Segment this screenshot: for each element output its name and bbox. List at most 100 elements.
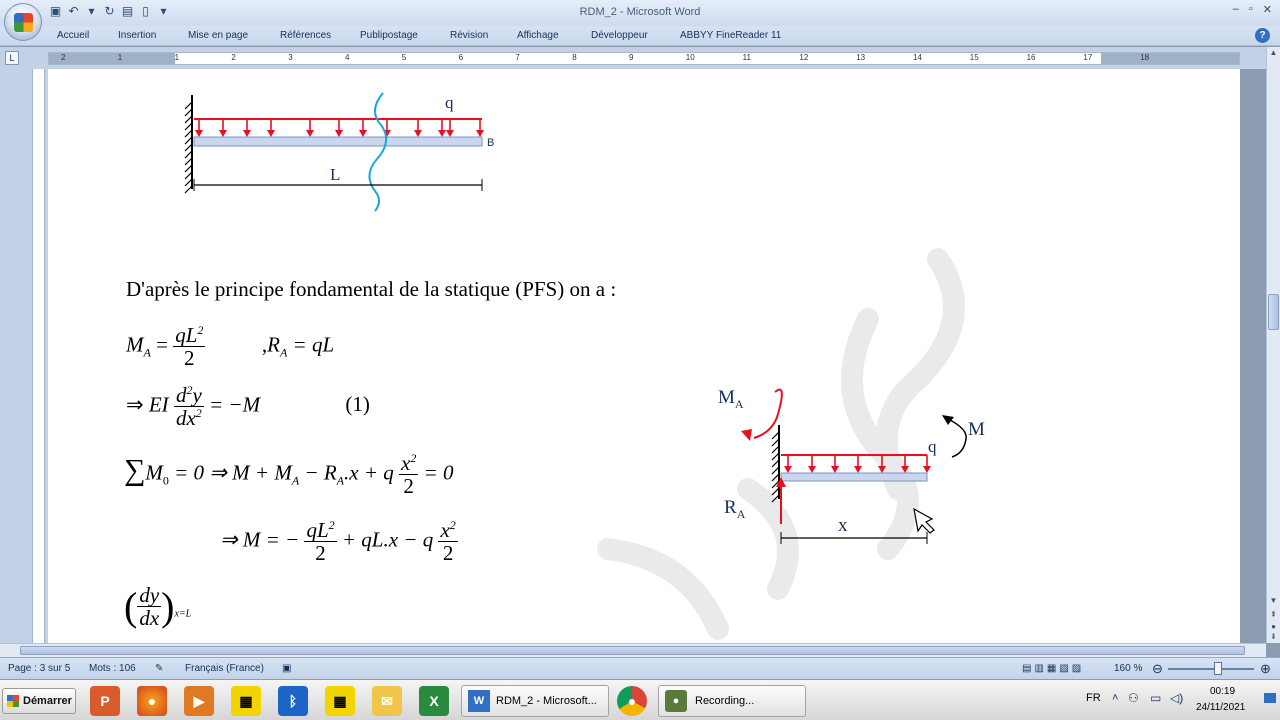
zoom-out-icon[interactable]: ⊖ — [1152, 661, 1163, 677]
ruler-number: 18 — [1140, 53, 1150, 62]
scroll-thumb[interactable] — [1268, 294, 1279, 330]
ruler-number: 5 — [401, 53, 407, 62]
maximize-icon[interactable]: ▫ — [1249, 3, 1253, 16]
vertical-ruler — [0, 69, 48, 643]
arrow-head — [359, 130, 367, 137]
zoom-slider[interactable] — [1168, 668, 1254, 670]
tab-developpeur[interactable]: Développeur — [591, 30, 648, 41]
ruler-number: 15 — [969, 53, 979, 62]
view-buttons[interactable]: ▤▥▦▧▨ — [1022, 663, 1084, 674]
hscroll-thumb[interactable] — [20, 646, 1245, 655]
fig2-label-ma: MA — [718, 387, 744, 411]
title-bar: ▣ ↶ ▾ ↻ ▤ ▯ ▾ RDM_2 - Microsoft Word – ▫… — [0, 0, 1280, 26]
volume-icon[interactable]: ◁) — [1170, 691, 1183, 705]
start-button[interactable]: Démarrer — [2, 688, 76, 714]
hatch-line — [184, 150, 193, 159]
ruler-number: 6 — [458, 53, 464, 62]
fig2-label-m: M — [968, 419, 985, 440]
outlook-icon[interactable]: ✉ — [372, 686, 402, 716]
scroll-down-icon[interactable]: ▼ — [1267, 595, 1280, 607]
ruler-margin-left — [49, 53, 175, 64]
media-player-icon[interactable]: ▶ — [184, 686, 214, 716]
fig2-label-q: q — [928, 437, 937, 456]
ruler-number: 4 — [345, 53, 350, 62]
proofing-icon[interactable]: ✎ — [155, 663, 163, 674]
hatch-line — [184, 178, 193, 187]
language-bar[interactable]: FR — [1086, 692, 1101, 704]
scroll-up-icon[interactable]: ▲ — [1267, 47, 1280, 59]
horizontal-scrollbar[interactable] — [0, 643, 1266, 657]
equation-tag: (1) — [345, 392, 370, 417]
help-icon[interactable]: ? — [1255, 28, 1270, 43]
tab-insertion[interactable]: Insertion — [118, 30, 156, 41]
document-page[interactable]: q B L D'après le principe fondamental de… — [48, 69, 1240, 643]
ruler-number: 8 — [572, 53, 577, 62]
section-cut-line — [368, 92, 388, 212]
language-indicator[interactable]: Français (France) — [185, 663, 264, 674]
support-hatching — [184, 101, 193, 194]
office-logo-icon — [14, 13, 33, 32]
tab-accueil[interactable]: Accueil — [57, 30, 89, 41]
next-page-icon[interactable]: ⇟ — [1267, 631, 1280, 643]
task-recording[interactable]: ● Recording... — [658, 685, 806, 717]
firefox-icon[interactable]: ● — [137, 686, 167, 716]
zoom-level[interactable]: 160 % — [1114, 663, 1142, 674]
tab-references[interactable]: Références — [280, 30, 331, 41]
vertical-ruler-strip[interactable] — [32, 69, 45, 643]
hatch-line — [771, 452, 780, 461]
arrow-head — [195, 130, 203, 137]
vertical-scrollbar[interactable]: ▲ ▼ ⇞ ● ⇟ — [1266, 47, 1280, 643]
tab-mise-en-page[interactable]: Mise en page — [188, 30, 248, 41]
film-app-2-icon[interactable]: ▦ — [325, 686, 355, 716]
hatch-line — [184, 143, 193, 152]
status-bar: Page : 3 sur 5 Mots : 106 ✎ Français (Fr… — [0, 657, 1280, 679]
moment-ma-arrow — [753, 388, 783, 439]
chrome-icon[interactable]: ● — [617, 686, 647, 716]
arrow-head — [414, 130, 422, 137]
zoom-in-icon[interactable]: ⊕ — [1260, 661, 1271, 677]
zoom-slider-thumb[interactable] — [1214, 662, 1222, 675]
hatch-line — [184, 101, 193, 110]
ruler-number: 13 — [856, 53, 866, 62]
horizontal-ruler[interactable]: 2 1 1 2 3 4 5 6 7 8 9 10 11 12 13 14 15 16 17 18 — [48, 52, 1240, 65]
film-app-icon[interactable]: ▦ — [231, 686, 261, 716]
arrow-head — [808, 466, 816, 473]
window-title: RDM_2 - Microsoft Word — [579, 6, 701, 18]
tab-selector-button[interactable]: L — [5, 51, 19, 65]
hatch-line — [771, 445, 780, 454]
arrow-head — [446, 130, 454, 137]
minimize-icon[interactable]: – — [1233, 3, 1239, 16]
ruler-number: 1 — [174, 53, 180, 62]
close-icon[interactable]: ✕ — [1263, 3, 1272, 16]
fig1-label-l: L — [330, 165, 341, 184]
arrow-head — [306, 130, 314, 137]
arrow-head — [335, 130, 343, 137]
powerpoint-icon[interactable]: P — [90, 686, 120, 716]
clock-date[interactable]: 24/11/2021 — [1196, 702, 1245, 713]
bluetooth-icon[interactable]: ᛒ — [278, 686, 308, 716]
previous-page-icon[interactable]: ⇞ — [1267, 609, 1280, 621]
task-word[interactable]: W RDM_2 - Microsoft... — [461, 685, 609, 717]
show-hidden-icons-icon[interactable]: ˄ — [1112, 692, 1118, 704]
hatch-line — [771, 459, 780, 468]
clock-time[interactable]: 00:19 — [1210, 686, 1235, 697]
show-desktop-icon[interactable] — [1264, 693, 1276, 703]
figure-1 — [184, 92, 484, 212]
system-tray: FR ˄ ⚇ ▭ ◁) 00:19 24/11/2021 — [1078, 680, 1280, 720]
page-indicator[interactable]: Page : 3 sur 5 — [8, 663, 70, 674]
equation-sum-moments: ∑M0 = 0 ⇒ M + MA − RA.x + q x2 2 = 0 — [124, 451, 454, 499]
tab-publipostage[interactable]: Publipostage — [360, 30, 418, 41]
battery-icon[interactable]: ▭ — [1150, 691, 1161, 705]
network-icon[interactable]: ⚇ — [1128, 691, 1139, 705]
arrow-head — [243, 130, 251, 137]
tab-revision[interactable]: Révision — [450, 30, 488, 41]
macro-record-icon[interactable]: ▣ — [282, 663, 291, 674]
arrow-head — [219, 130, 227, 137]
arrow-head — [476, 130, 484, 137]
window-controls: – ▫ ✕ — [1233, 3, 1272, 16]
tab-abbyy[interactable]: ABBYY FineReader 11 — [680, 30, 781, 41]
office-button[interactable] — [4, 3, 42, 41]
word-count[interactable]: Mots : 106 — [89, 663, 136, 674]
tab-affichage[interactable]: Affichage — [517, 30, 559, 41]
excel-icon[interactable]: X — [419, 686, 449, 716]
